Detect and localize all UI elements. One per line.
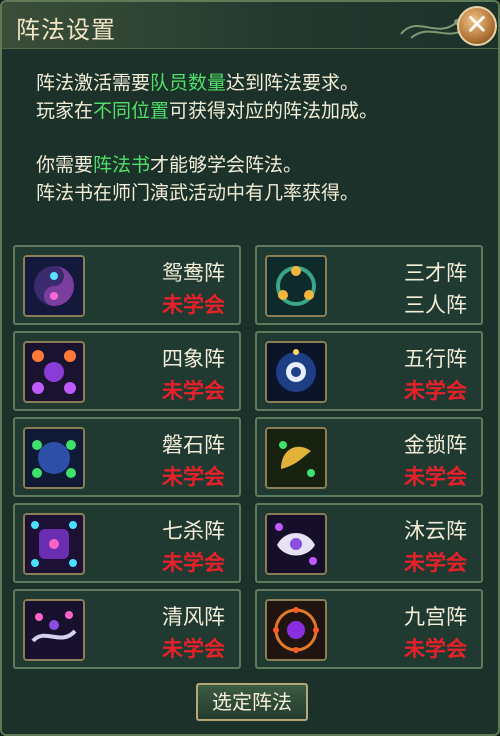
qisha-formation-icon: [23, 513, 85, 575]
formation-status: 未学会: [404, 379, 467, 403]
formation-card-muyun[interactable]: 沐云阵 未学会: [255, 503, 483, 583]
formation-name: 九宫阵: [404, 605, 467, 629]
formation-name: 沐云阵: [404, 519, 467, 543]
desc-text: 才能够学会阵法。: [150, 154, 303, 176]
formation-card-sixiang[interactable]: 四象阵 未学会: [13, 331, 241, 411]
window-title: 阵法设置: [16, 16, 116, 44]
formation-name: 五行阵: [404, 347, 467, 371]
desc-text: 达到阵法要求。: [226, 72, 360, 94]
formation-card-wuxing[interactable]: 五行阵 未学会: [255, 331, 483, 411]
desc-text: 可获得对应的阵法加成。: [169, 100, 379, 122]
formation-status: 未学会: [162, 551, 225, 575]
sancai-formation-icon: [265, 255, 327, 317]
desc-line-3: 你需要阵法书才能够学会阵法。: [36, 152, 476, 178]
formation-name: 三才阵: [404, 261, 467, 285]
formation-status: 未学会: [162, 293, 225, 317]
desc-line-1: 阵法激活需要队员数量达到阵法要求。: [36, 70, 476, 96]
formation-status: 未学会: [404, 551, 467, 575]
desc-text: 阵法激活需要: [36, 72, 151, 94]
formation-card-qisha[interactable]: 七杀阵 未学会: [13, 503, 241, 583]
formation-card-qingfeng[interactable]: 清风阵 未学会: [13, 589, 241, 669]
formation-name: 金锁阵: [404, 433, 467, 457]
formation-status: 未学会: [162, 637, 225, 661]
desc-highlight: 不同位置: [93, 100, 170, 122]
jiugong-formation-icon: [265, 599, 327, 661]
formation-name: 鸳鸯阵: [162, 261, 225, 285]
formation-status: 未学会: [162, 379, 225, 403]
formation-status: 未学会: [404, 465, 467, 489]
desc-line-4: 阵法书在师门演武活动中有几率获得。: [36, 182, 360, 204]
formation-card-yuanyang[interactable]: 鸳鸯阵 未学会: [13, 245, 241, 325]
title-bar: 阵法设置 ✕: [2, 2, 498, 49]
yuanyang-formation-icon: [23, 255, 85, 317]
desc-text: 你需要: [36, 154, 94, 176]
formation-status: 三人阵: [404, 293, 467, 317]
formation-name: 四象阵: [162, 347, 225, 371]
qingfeng-formation-icon: [23, 599, 85, 661]
formation-card-jinsuo[interactable]: 金锁阵 未学会: [255, 417, 483, 497]
panshi-formation-icon: [23, 427, 85, 489]
formation-name: 磐石阵: [162, 433, 225, 457]
formation-card-panshi[interactable]: 磐石阵 未学会: [13, 417, 241, 497]
desc-text: 玩家在: [36, 100, 94, 122]
select-formation-button[interactable]: 选定阵法: [196, 683, 308, 721]
wuxing-formation-icon: [265, 341, 327, 403]
sixiang-formation-icon: [23, 341, 85, 403]
formation-card-jiugong[interactable]: 九宫阵 未学会: [255, 589, 483, 669]
desc-highlight: 队员数量: [150, 72, 227, 94]
formation-status: 未学会: [404, 637, 467, 661]
formation-name: 七杀阵: [162, 519, 225, 543]
desc-line-2: 玩家在不同位置可获得对应的阵法加成。: [36, 98, 476, 124]
muyun-formation-icon: [265, 513, 327, 575]
formation-name: 清风阵: [162, 605, 225, 629]
close-button[interactable]: ✕: [457, 6, 497, 46]
formation-card-sancai[interactable]: 三才阵 三人阵: [255, 245, 483, 325]
desc-highlight: 阵法书: [93, 154, 151, 176]
formation-status: 未学会: [162, 465, 225, 489]
jinsuo-formation-icon: [265, 427, 327, 489]
formation-settings-window: 阵法设置 ✕ 阵法激活需要队员数量达到阵法要求。 玩家在不同位置可获得对应的阵法…: [0, 0, 500, 736]
